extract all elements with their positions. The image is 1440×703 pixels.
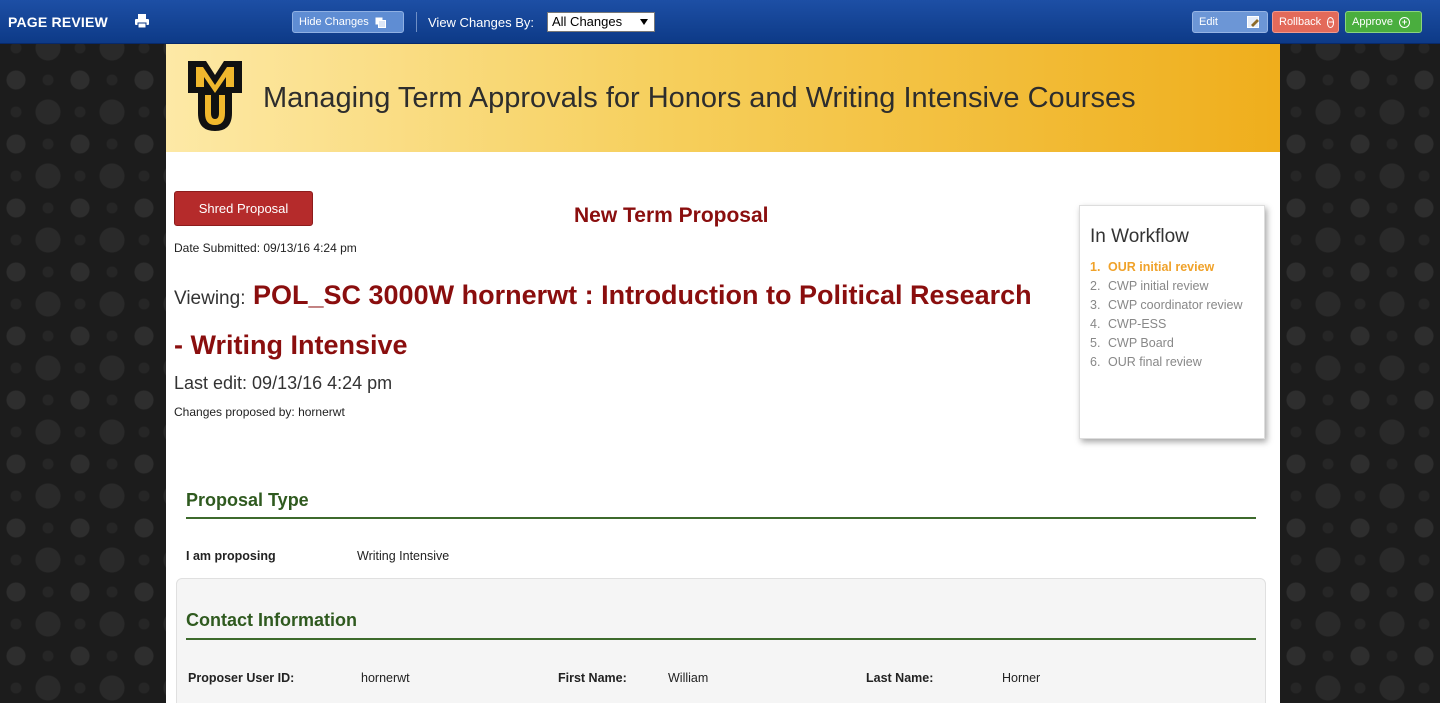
workflow-step-label: CWP initial review [1108, 279, 1209, 293]
section-divider [186, 638, 1256, 640]
last-edit: Last edit: 09/13/16 4:24 pm [174, 373, 393, 393]
print-icon[interactable] [134, 13, 150, 29]
edit-button[interactable]: Edit [1192, 11, 1268, 33]
view-changes-select[interactable]: All Changes [547, 12, 655, 32]
section-divider [186, 517, 1256, 519]
toolbar-divider [416, 12, 417, 32]
banner-title: Managing Term Approvals for Honors and W… [263, 82, 1136, 114]
workflow-step: 5. CWP Board [1090, 334, 1264, 353]
workflow-step: 6. OUR final review [1090, 353, 1264, 372]
user-id-label: Proposer User ID: [188, 671, 295, 685]
viewing-title: Viewing: POL_SC 3000W hornerwt : Introdu… [174, 272, 1044, 369]
last-name-label: Last Name: [866, 671, 934, 685]
last-name-value: Horner [1002, 671, 1041, 685]
rollback-label: Rollback [1279, 16, 1322, 28]
workflow-step: 4. CWP-ESS [1090, 315, 1264, 334]
workflow-steps: 1. OUR initial review 2. CWP initial review… [1090, 258, 1264, 372]
workflow-step-number: 3. [1090, 298, 1101, 312]
workflow-step-number: 1. [1090, 260, 1101, 274]
workflow-step-label: CWP-ESS [1108, 317, 1167, 331]
toolbar-title: PAGE REVIEW [8, 14, 108, 30]
date-submitted: Date Submitted: 09/13/16 4:24 pm [174, 241, 357, 255]
proposing-value: Writing Intensive [357, 549, 450, 563]
minus-circle-icon: − [1327, 16, 1335, 28]
edit-label: Edit [1199, 16, 1218, 28]
hide-changes-button[interactable]: Hide Changes [292, 11, 404, 33]
plus-circle-icon: + [1398, 16, 1410, 28]
shred-proposal-button[interactable]: Shred Proposal [174, 191, 313, 226]
view-changes-selected: All Changes [552, 14, 623, 29]
workflow-step-number: 4. [1090, 317, 1101, 331]
workflow-step-number: 6. [1090, 355, 1101, 369]
workflow-step: 1. OUR initial review [1090, 258, 1264, 277]
workflow-step-label: OUR initial review [1108, 260, 1215, 274]
workflow-panel: In Workflow 1. OUR initial review 2. CWP in… [1079, 205, 1265, 439]
workflow-step-label: CWP Board [1108, 336, 1174, 350]
mizzou-logo-icon [188, 61, 242, 131]
first-name-label: First Name: [558, 671, 627, 685]
proposal-type-heading: Proposal Type [186, 490, 309, 510]
user-id-value: hornerwt [361, 671, 410, 685]
workflow-step-number: 2. [1090, 279, 1101, 293]
site-banner: Managing Term Approvals for Honors and W… [166, 44, 1280, 152]
viewing-label: Viewing: [174, 288, 246, 309]
page-review-toolbar: PAGE REVIEW Hide Changes View Changes By… [0, 0, 1440, 44]
contact-information-panel [176, 578, 1266, 703]
shred-proposal-label: Shred Proposal [198, 201, 289, 216]
workflow-step-label: CWP coordinator review [1108, 298, 1243, 312]
proposing-label: I am proposing [186, 549, 276, 563]
workflow-step: 2. CWP initial review [1090, 277, 1264, 296]
first-name-value: William [668, 671, 709, 685]
edit-icon [1247, 16, 1259, 28]
rollback-button[interactable]: Rollback − [1272, 11, 1339, 33]
approve-button[interactable]: Approve + [1345, 11, 1422, 33]
workflow-step: 3. CWP coordinator review [1090, 296, 1264, 315]
workflow-title: In Workflow [1090, 226, 1189, 247]
workflow-step-number: 5. [1090, 336, 1101, 350]
contact-information-heading: Contact Information [186, 610, 357, 630]
proposal-heading: New Term Proposal [574, 204, 769, 227]
workflow-step-label: OUR final review [1108, 355, 1202, 369]
hide-changes-label: Hide Changes [299, 16, 369, 28]
chevron-down-icon [640, 19, 648, 25]
proposal-page: Managing Term Approvals for Honors and W… [166, 44, 1280, 703]
changes-proposed-by: Changes proposed by: hornerwt [174, 405, 345, 419]
approve-label: Approve [1352, 16, 1393, 28]
copy-icon [375, 17, 386, 28]
view-changes-label: View Changes By: [428, 15, 534, 30]
course-title: POL_SC 3000W hornerwt : Introduction to … [174, 280, 1032, 360]
